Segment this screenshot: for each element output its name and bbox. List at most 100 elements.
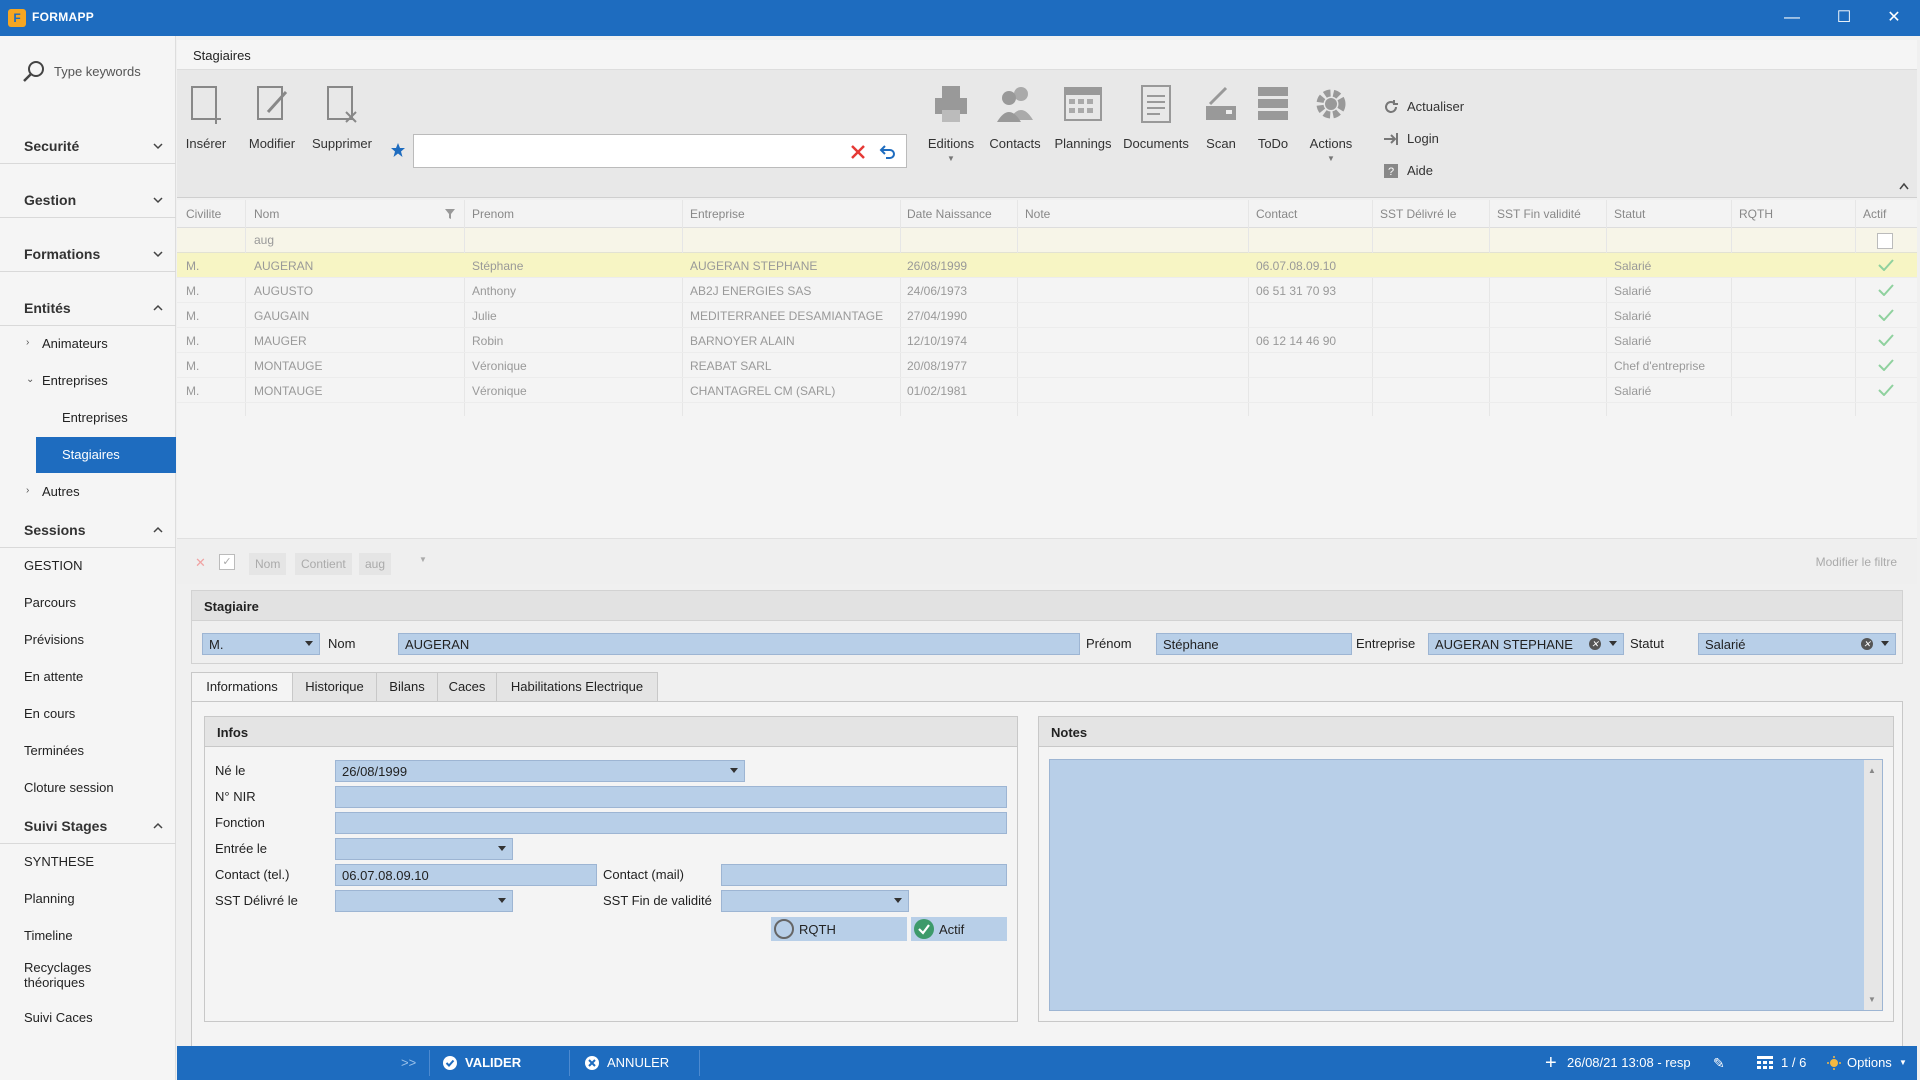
sidebar-item-previsions[interactable]: Prévisions [0, 622, 176, 658]
table-row[interactable]: M. MAUGER Robin BARNOYER ALAIN 12/10/1974 06 … [177, 328, 1917, 353]
clear-filter-icon[interactable]: ✕ [195, 555, 206, 571]
column-header-rqth[interactable]: RQTH [1739, 207, 1773, 221]
contacts-button[interactable]: Contacts [985, 78, 1045, 168]
sidebar-item-animateurs[interactable]: › Animateurs [0, 326, 176, 362]
expand-button[interactable]: >> [401, 1046, 416, 1080]
column-header-actif[interactable]: Actif [1863, 207, 1886, 221]
nom-field[interactable]: AUGERAN [398, 633, 1080, 655]
actif-toggle[interactable]: Actif [911, 917, 1007, 941]
sidebar-item-cloture-session[interactable]: Cloture session [0, 770, 176, 806]
valider-button[interactable]: VALIDER [443, 1046, 543, 1080]
column-header-date-naissance[interactable]: Date Naissance [907, 207, 992, 221]
sidebar-item-synthese[interactable]: SYNTHESE [0, 844, 176, 880]
nir-field[interactable] [335, 786, 1007, 808]
table-row[interactable]: M. AUGUSTO Anthony AB2J ENERGIES SAS 24/06/1… [177, 278, 1917, 303]
civilite-select[interactable]: M. [202, 633, 320, 655]
fonction-field[interactable] [335, 812, 1007, 834]
section-sessions[interactable]: Sessions [0, 512, 176, 548]
clear-icon[interactable]: ✕ [1861, 638, 1873, 650]
sidebar-item-suivi-caces[interactable]: Suivi Caces [0, 1000, 176, 1036]
annuler-button[interactable]: ANNULER [585, 1046, 685, 1080]
sidebar-item-entreprises-group[interactable]: ⌄ Entreprises [0, 363, 176, 399]
sidebar-item-terminees[interactable]: Terminées [0, 733, 176, 769]
sst-fin-date-picker[interactable] [721, 890, 909, 912]
tab-habilitations[interactable]: Habilitations Electrique [496, 672, 658, 702]
add-icon[interactable]: + [1545, 1046, 1557, 1080]
filter-actif-checkbox[interactable] [1877, 233, 1893, 249]
scroll-up-icon[interactable]: ▲ [1868, 766, 1876, 775]
section-entites[interactable]: Entités [0, 290, 176, 326]
table-row[interactable]: M. MONTAUGE Véronique REABAT SARL 20/08/1977… [177, 353, 1917, 378]
maximize-button[interactable]: ☐ [1818, 0, 1870, 36]
actions-button[interactable]: Actions ▼ [1303, 78, 1359, 168]
statut-select[interactable]: Salarié ✕ [1698, 633, 1896, 655]
sst-delivre-date-picker[interactable] [335, 890, 513, 912]
sidebar-item-en-attente[interactable]: En attente [0, 659, 176, 695]
sidebar-item-stagiaires[interactable]: Stagiaires [36, 437, 176, 473]
section-formations[interactable]: Formations [0, 236, 176, 272]
filter-nom-value[interactable]: aug [254, 233, 274, 247]
grid-filter-row[interactable]: aug [177, 228, 1917, 253]
sidebar-item-recyclages[interactable]: Recyclages théoriques [0, 954, 176, 994]
editions-button[interactable]: Editions ▼ [923, 78, 979, 168]
minimize-button[interactable]: — [1766, 0, 1818, 36]
ne-le-date-picker[interactable]: 26/08/1999 [335, 760, 745, 782]
column-header-sst-fin[interactable]: SST Fin validité [1497, 207, 1581, 221]
prenom-field[interactable]: Stéphane [1156, 633, 1352, 655]
column-header-sst-delivre[interactable]: SST Délivré le [1380, 207, 1456, 221]
rqth-toggle[interactable]: RQTH [771, 917, 907, 941]
entree-date-picker[interactable] [335, 838, 513, 860]
modifier-button[interactable]: Modifier [243, 78, 301, 168]
column-header-statut[interactable]: Statut [1614, 207, 1645, 221]
filter-dropdown-icon[interactable]: ▼ [419, 555, 427, 564]
sidebar-item-sessions-gestion[interactable]: GESTION [0, 548, 176, 584]
sidebar-search[interactable]: Type keywords [22, 60, 172, 84]
sidebar-item-timeline[interactable]: Timeline [0, 918, 176, 954]
table-row[interactable]: M. AUGERAN Stéphane AUGERAN STEPHANE 26/08/1… [177, 253, 1917, 278]
column-header-civilite[interactable]: Civilite [186, 207, 221, 221]
column-header-nom[interactable]: Nom [254, 207, 279, 221]
column-header-entreprise[interactable]: Entreprise [690, 207, 745, 221]
section-gestion[interactable]: Gestion [0, 182, 176, 218]
sidebar-item-parcours[interactable]: Parcours [0, 585, 176, 621]
sidebar-item-en-cours[interactable]: En cours [0, 696, 176, 732]
star-icon[interactable] [390, 142, 406, 158]
section-securite[interactable]: Securité [0, 128, 176, 164]
column-header-contact[interactable]: Contact [1256, 207, 1297, 221]
sidebar-item-planning[interactable]: Planning [0, 881, 176, 917]
todo-button[interactable]: ToDo [1251, 78, 1295, 168]
inserer-button[interactable]: Insérer [181, 78, 231, 168]
close-button[interactable]: ✕ [1868, 0, 1920, 36]
filter-value-chip[interactable]: aug [359, 553, 392, 575]
filter-enabled-checkbox[interactable]: ✓ [219, 554, 235, 570]
filter-icon[interactable] [445, 209, 455, 219]
modify-filter-link[interactable]: Modifier le filtre [1816, 555, 1897, 569]
supprimer-button[interactable]: Supprimer [307, 78, 377, 168]
filter-field-chip[interactable]: Nom [249, 553, 287, 575]
tel-field[interactable]: 06.07.08.09.10 [335, 864, 597, 886]
options-dropdown-icon[interactable]: ▼ [1899, 1046, 1907, 1080]
clear-icon[interactable]: ✕ [1589, 638, 1601, 650]
mail-field[interactable] [721, 864, 1007, 886]
tab-historique[interactable]: Historique [292, 672, 377, 702]
sidebar-item-autres[interactable]: › Autres [0, 474, 176, 510]
sidebar-item-entreprises[interactable]: Entreprises [0, 400, 176, 436]
clear-icon[interactable] [850, 144, 866, 160]
column-header-prenom[interactable]: Prenom [472, 207, 514, 221]
plannings-button[interactable]: Plannings [1051, 78, 1115, 168]
tab-caces[interactable]: Caces [437, 672, 497, 702]
entreprise-select[interactable]: AUGERAN STEPHANE ✕ [1428, 633, 1624, 655]
tab-informations[interactable]: Informations [191, 672, 293, 702]
table-row[interactable]: M. GAUGAIN Julie MEDITERRANEE DESAMIANTAGE 2… [177, 303, 1917, 328]
collapse-ribbon-icon[interactable] [1899, 182, 1909, 190]
documents-button[interactable]: Documents [1123, 78, 1189, 168]
tab-bilans[interactable]: Bilans [376, 672, 438, 702]
scroll-down-icon[interactable]: ▼ [1868, 995, 1876, 1004]
notes-scrollbar[interactable]: ▲ ▼ [1864, 760, 1882, 1010]
pencil-icon[interactable]: ✎ [1713, 1046, 1725, 1080]
section-suivi-stages[interactable]: Suivi Stages [0, 808, 176, 844]
ribbon-search-input[interactable] [413, 134, 907, 168]
table-row[interactable]: M. MONTAUGE Véronique CHANTAGREL CM (SARL) 0… [177, 378, 1917, 403]
options-button[interactable]: Options [1847, 1046, 1892, 1080]
notes-textarea[interactable]: ▲ ▼ [1049, 759, 1883, 1011]
